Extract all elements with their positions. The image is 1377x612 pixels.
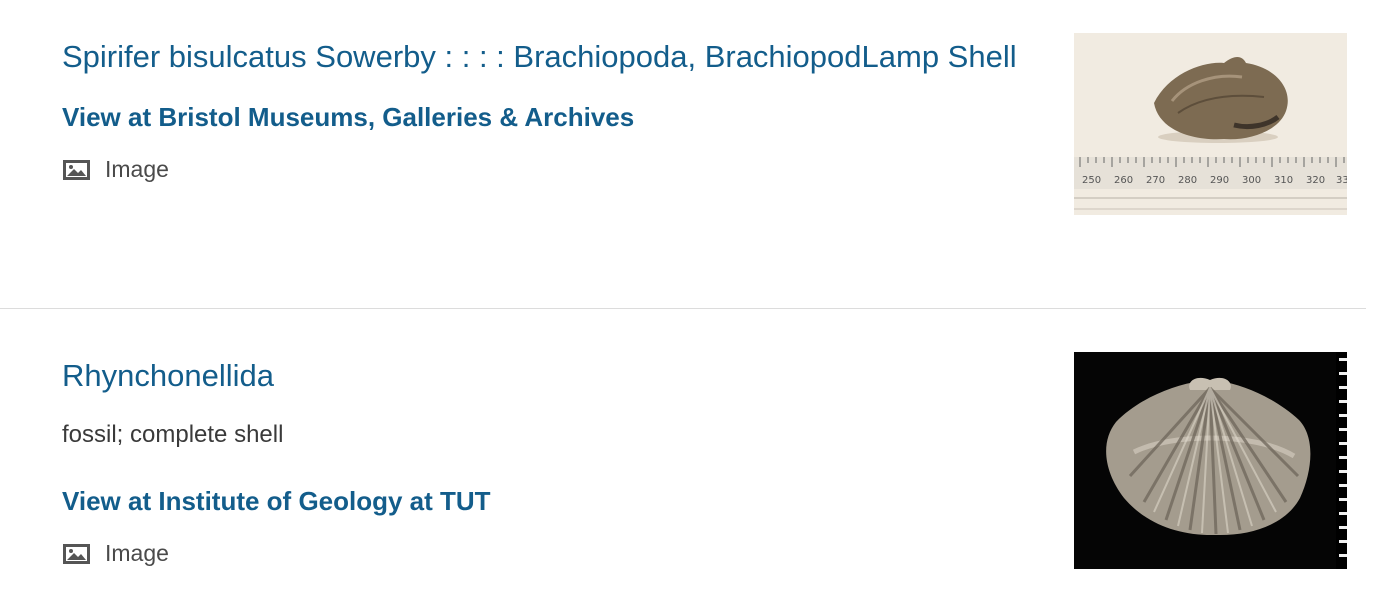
- ruler-label: 300: [1242, 175, 1261, 186]
- result-thumbnail[interactable]: 250 260 270 280 290 300 310 320 33: [1074, 33, 1347, 215]
- ruler-label: 320: [1306, 175, 1325, 186]
- image-icon: [63, 159, 90, 180]
- ruler-label: 270: [1146, 175, 1165, 186]
- media-type-label: Image: [105, 540, 169, 566]
- provider-link[interactable]: View at Bristol Museums, Galleries & Arc…: [62, 100, 1022, 134]
- ruler-label: 280: [1178, 175, 1197, 186]
- provider-link[interactable]: View at Institute of Geology at TUT: [62, 484, 1022, 518]
- media-type: Image: [62, 540, 1022, 567]
- media-type-label: Image: [105, 156, 169, 182]
- result-title-link[interactable]: Rhynchonellida: [62, 353, 1022, 398]
- result-description: fossil; complete shell: [62, 421, 284, 448]
- ruler-label: 33: [1336, 175, 1347, 186]
- result-text: Rhynchonellida fossil; complete shell Vi…: [62, 353, 1022, 567]
- fossil-thumbnail-image: [1074, 352, 1347, 569]
- ruler-label: 250: [1082, 175, 1101, 186]
- search-result: Rhynchonellida fossil; complete shell Vi…: [0, 309, 1366, 612]
- fossil-thumbnail-image: 250 260 270 280 290 300 310 320 33: [1074, 33, 1347, 215]
- ruler-label: 260: [1114, 175, 1133, 186]
- search-result: Spirifer bisulcatus Sowerby : : : : Brac…: [0, 0, 1366, 309]
- result-thumbnail[interactable]: [1074, 352, 1347, 569]
- image-icon: [63, 543, 90, 564]
- ruler-label: 310: [1274, 175, 1293, 186]
- media-type: Image: [62, 156, 1022, 183]
- result-text: Spirifer bisulcatus Sowerby : : : : Brac…: [62, 34, 1022, 183]
- result-title-link[interactable]: Spirifer bisulcatus Sowerby : : : : Brac…: [62, 34, 1022, 79]
- ruler-label: 290: [1210, 175, 1229, 186]
